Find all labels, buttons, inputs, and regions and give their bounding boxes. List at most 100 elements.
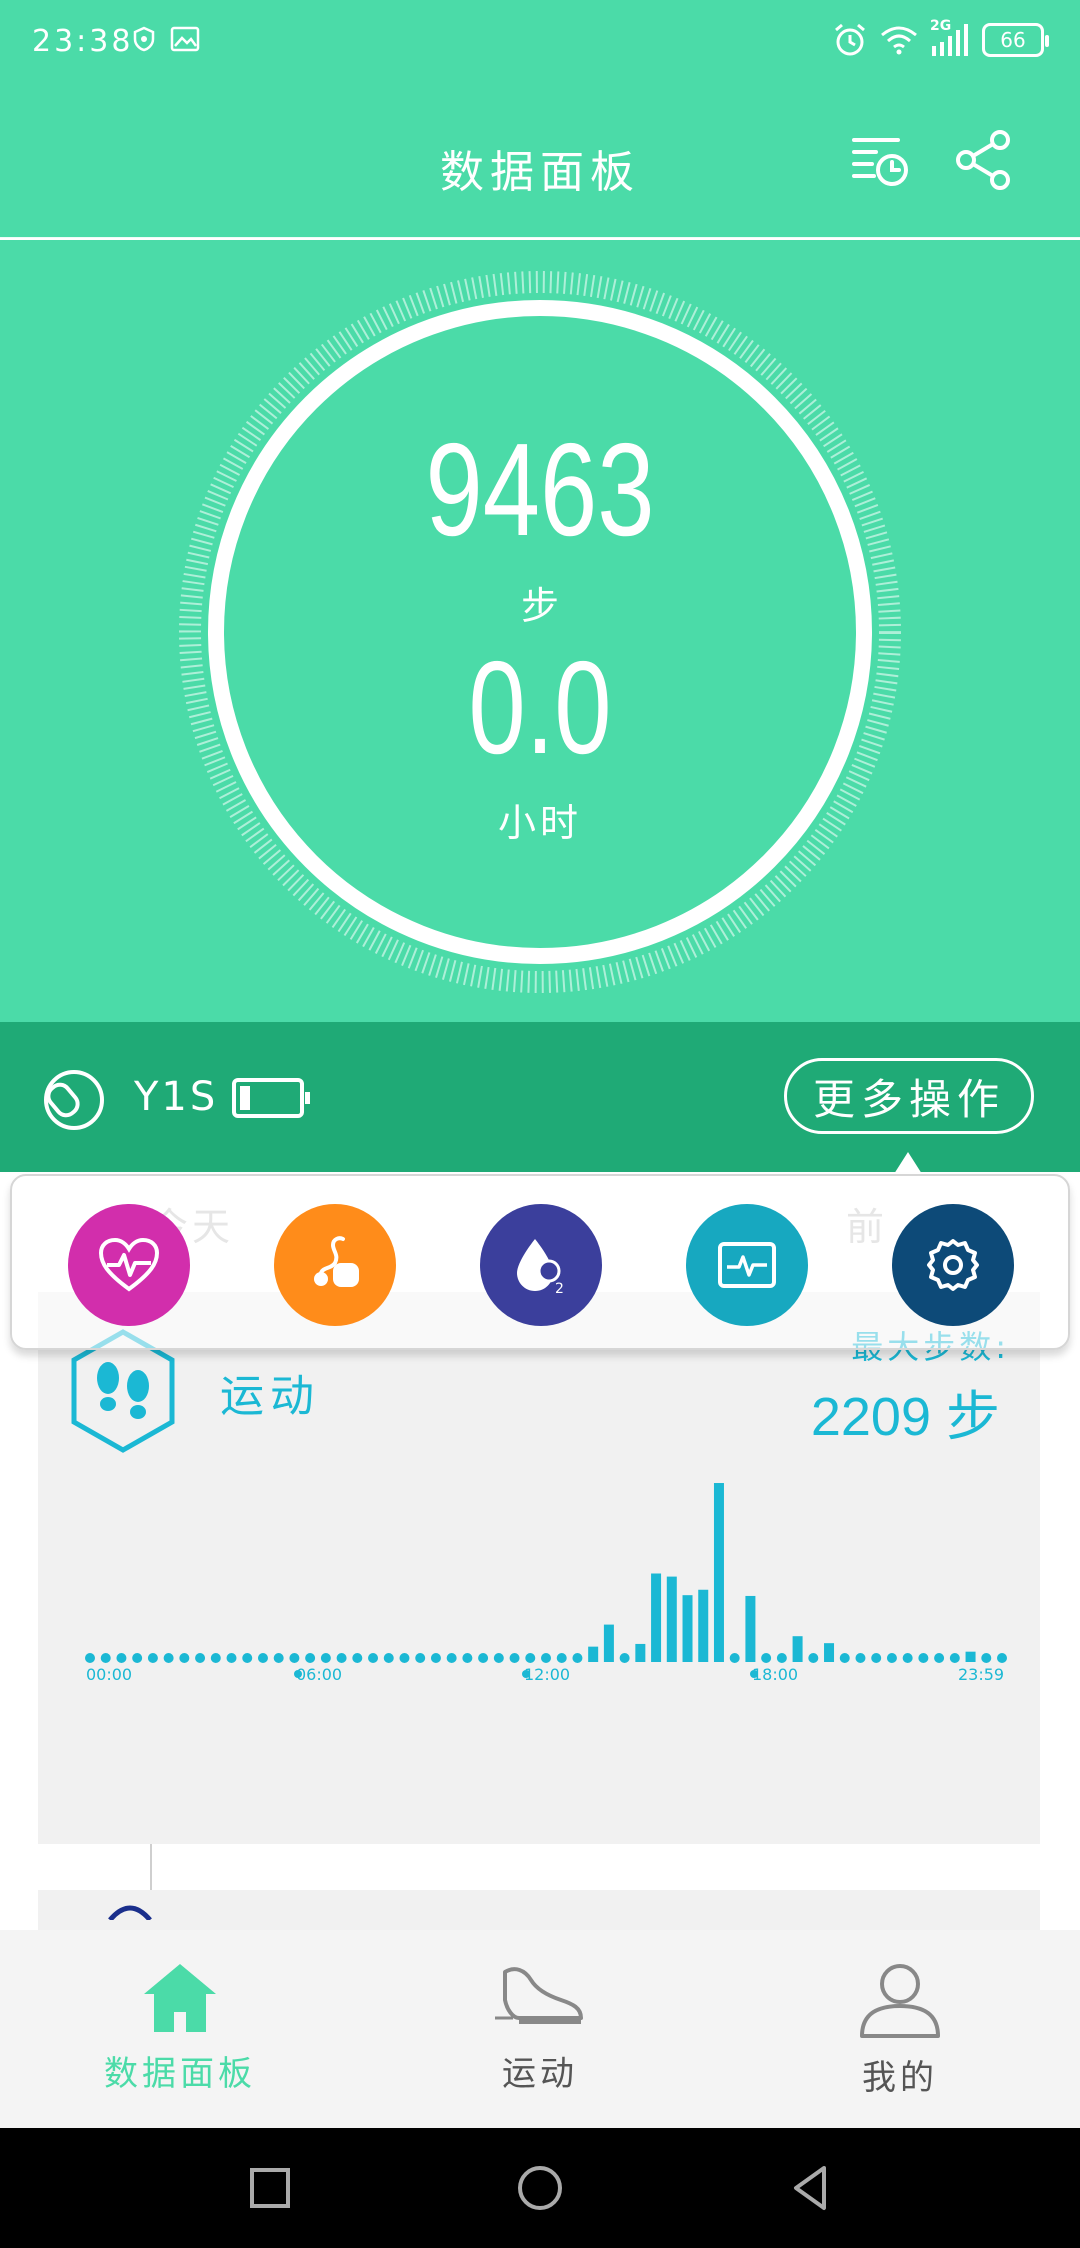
popup-caret: [894, 1152, 922, 1174]
chart-point: [776, 1653, 787, 1663]
chart-point: [446, 1653, 457, 1663]
chart-point: [195, 1653, 206, 1663]
tab-profile[interactable]: 我的: [750, 1960, 1050, 2099]
share-button[interactable]: [952, 128, 1016, 192]
chart-point: [242, 1653, 253, 1663]
steps-value: 9463: [425, 416, 655, 563]
back-icon: [794, 2166, 826, 2210]
chart-bar: [698, 1589, 709, 1662]
blood-oxygen-button[interactable]: 2: [480, 1204, 602, 1326]
chart-point: [839, 1653, 850, 1663]
chart-point: [210, 1653, 221, 1663]
timeline-connector: [150, 1844, 152, 1890]
device-name: Y1S: [134, 1074, 219, 1120]
chart-point: [478, 1653, 489, 1663]
chart-point: [116, 1653, 127, 1663]
chart-point: [336, 1653, 347, 1663]
chart-tick-label: 00:00: [86, 1665, 132, 1684]
next-card-icon: [108, 1905, 152, 1920]
device-battery-icon: [232, 1078, 310, 1118]
more-actions-button[interactable]: 更多操作: [784, 1058, 1034, 1134]
system-nav-bar: [0, 2128, 1080, 2248]
hourly-steps-chart: 00:00 06:00 12:00 18:00 23:59: [85, 1483, 1007, 1684]
chart-point: [383, 1653, 394, 1663]
chart-point: [981, 1653, 992, 1663]
chart-bar: [965, 1651, 976, 1662]
chart-point: [949, 1653, 960, 1663]
chart-point: [462, 1653, 473, 1663]
chart-point: [934, 1653, 945, 1663]
chart-bar: [713, 1483, 724, 1662]
chart-point: [226, 1653, 237, 1663]
settings-button[interactable]: [892, 1204, 1014, 1326]
blood-pressure-button[interactable]: [274, 1204, 396, 1326]
chart-bar: [588, 1646, 599, 1662]
chart-bar: [745, 1595, 756, 1662]
chart-bar: [666, 1576, 677, 1662]
profile-icon: [860, 1964, 940, 2038]
chart-point: [179, 1653, 190, 1663]
hours-unit: 小时: [497, 801, 582, 845]
signal-icon: 2G: [930, 18, 970, 58]
battery-level: 66: [1000, 28, 1026, 52]
chart-bar: [635, 1643, 646, 1662]
app-header: 数据面板: [0, 88, 1080, 238]
chart-point: [918, 1653, 929, 1663]
chart-tick-label: 18:00: [752, 1665, 798, 1684]
chart-tick-mark: [522, 1670, 530, 1678]
blood-pressure-icon: [314, 1236, 359, 1287]
chart-point: [415, 1653, 426, 1663]
chart-point: [85, 1653, 95, 1663]
status-bar: 23:38 2G 66: [0, 0, 1080, 88]
chart-point: [871, 1653, 882, 1663]
chart-tick-label: 23:59: [958, 1665, 1004, 1684]
chart-tick-mark: [750, 1670, 758, 1678]
chart-point: [729, 1653, 740, 1663]
home-nav-button[interactable]: [508, 2156, 572, 2220]
wifi-icon: [881, 26, 917, 55]
daily-summary: 9463 步 0.0 小时: [0, 240, 1080, 1022]
tab-label: 运动: [502, 2054, 578, 2094]
home-icon: [144, 1964, 216, 2032]
device-bar: Y1S 更多操作: [0, 1022, 1080, 1172]
history-list-icon: [852, 138, 908, 186]
chart-point: [100, 1653, 111, 1663]
chart-point: [289, 1653, 300, 1663]
chart-point: [163, 1653, 174, 1663]
chart-point: [541, 1653, 551, 1663]
heart-rate-button[interactable]: [68, 1204, 190, 1326]
chart-tick-mark: [294, 1670, 302, 1678]
back-button[interactable]: [778, 2156, 842, 2220]
chart-point: [525, 1653, 536, 1663]
chart-point: [886, 1653, 897, 1663]
bottom-tab-bar: 数据面板 运动 我的: [0, 1930, 1080, 2128]
chart-point: [305, 1653, 316, 1663]
chart-tick-label: 06:00: [296, 1665, 342, 1684]
share-icon: [956, 130, 1010, 190]
shoe-icon: [495, 1967, 583, 2024]
tab-label: 数据面板: [104, 2054, 256, 2094]
chart-point: [132, 1653, 143, 1663]
chart-point: [808, 1653, 819, 1663]
activity-card[interactable]: 运动 最大步数: 2209 步 00:0006:0012:0018:0023:5…: [38, 1292, 1040, 1844]
chart-point: [619, 1653, 630, 1663]
progress-ring: [179, 271, 901, 993]
chart-point: [320, 1653, 331, 1663]
chart-point: [273, 1653, 284, 1663]
chart-bar: [792, 1636, 803, 1662]
chart-point: [902, 1653, 913, 1663]
tab-dashboard[interactable]: 数据面板: [30, 1960, 330, 2095]
recents-button[interactable]: [238, 2156, 302, 2220]
tab-sport[interactable]: 运动: [390, 1960, 690, 2095]
chart-bar: [682, 1595, 693, 1662]
ecg-button[interactable]: [686, 1204, 808, 1326]
chart-point: [368, 1653, 379, 1663]
chart-bar: [824, 1643, 835, 1662]
history-button[interactable]: [848, 128, 912, 192]
battery-indicator: 66: [982, 23, 1049, 57]
chart-point: [997, 1653, 1007, 1663]
settings-icon: [927, 1239, 979, 1291]
chart-point: [509, 1653, 520, 1663]
chart-point: [556, 1653, 567, 1663]
chart-tick-label: 12:00: [524, 1665, 570, 1684]
